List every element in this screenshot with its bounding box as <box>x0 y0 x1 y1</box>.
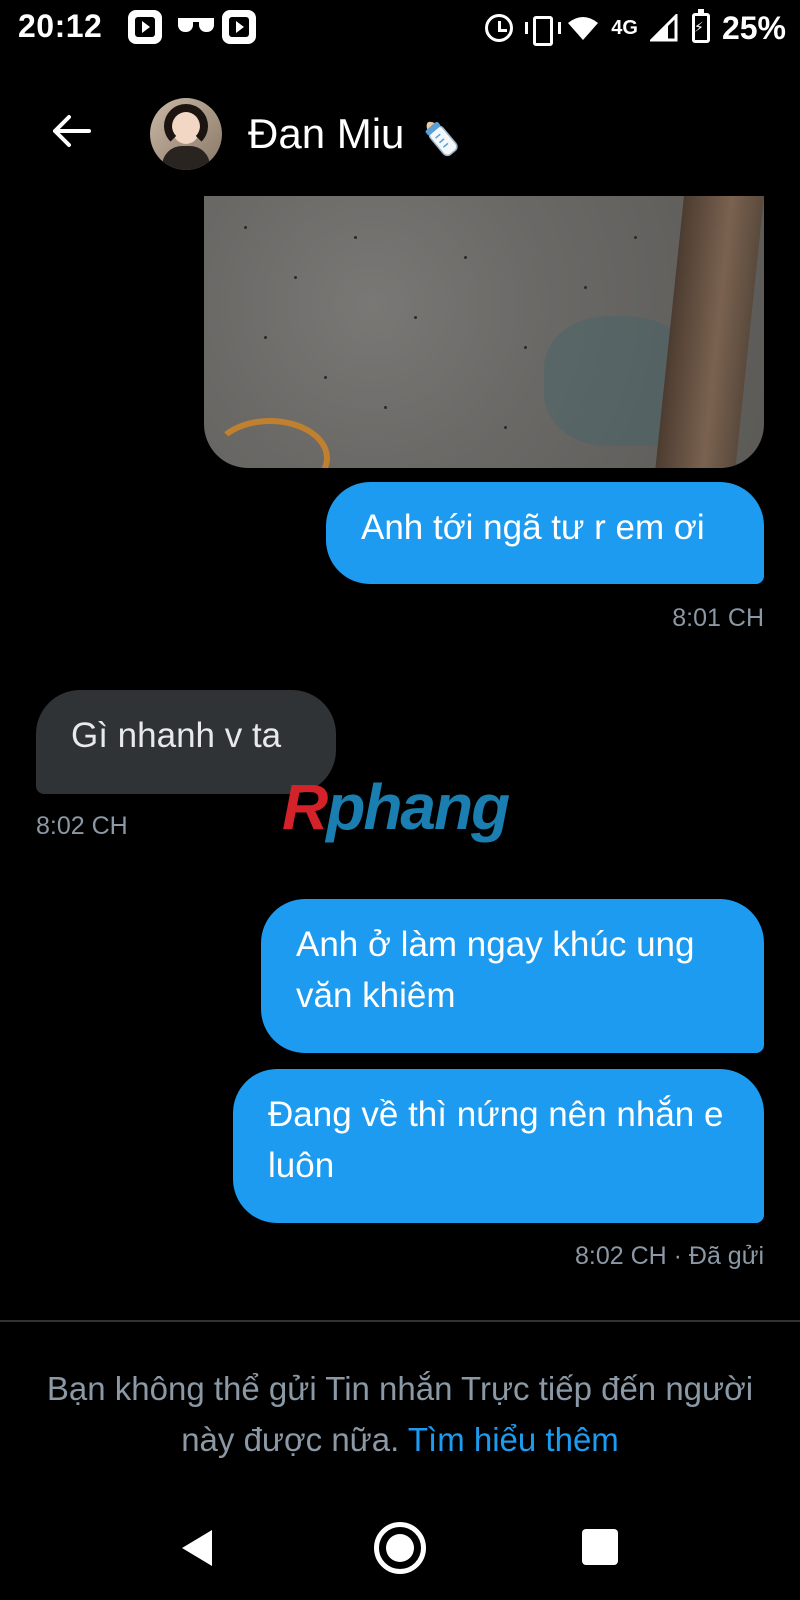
vibrate-icon <box>525 14 562 46</box>
dm-disabled-notice: Bạn không thể gửi Tin nhắn Trực tiếp đến… <box>40 1363 760 1465</box>
status-bar: 20:12 4G 25% <box>0 0 800 56</box>
avatar[interactable] <box>150 98 222 170</box>
baby-bottle-icon <box>426 121 459 157</box>
system-navigation-bar <box>0 1500 800 1600</box>
message-text: Anh ở làm ngay khúc ung văn khiêm <box>296 925 695 1015</box>
watermark-logo: Rphang <box>282 770 510 844</box>
message-text: Anh tới ngã tư r em ơi <box>361 508 705 547</box>
message-timestamp: 8:01 CH <box>672 604 764 632</box>
play-app-icon <box>222 10 256 44</box>
notice-text: Bạn không thể gửi Tin nhắn Trực tiếp đến… <box>46 1370 754 1458</box>
message-timestamp: 8:02 CH <box>36 812 128 840</box>
watermark-first-letter: R <box>282 771 328 843</box>
glasses-icon <box>178 18 214 34</box>
back-button[interactable] <box>46 106 96 156</box>
message-timestamp-sent: 8:02 CH · Đã gửi <box>574 1242 764 1270</box>
battery-percent: 25% <box>721 9 786 46</box>
image-message[interactable] <box>204 196 764 468</box>
contact-name-text: Đan Miu <box>248 110 405 157</box>
signal-icon <box>648 12 680 42</box>
network-type: 4G <box>611 16 638 39</box>
play-app-icon <box>128 10 162 44</box>
message-text: Đang về thì nứng nên nhắn e luôn <box>268 1095 724 1185</box>
conversation-header: Đan Miu <box>0 80 800 190</box>
learn-more-link[interactable]: Tìm hiểu thêm <box>408 1421 619 1458</box>
nav-recents-icon[interactable] <box>582 1529 618 1565</box>
alarm-icon <box>485 14 514 42</box>
message-bubble-outgoing[interactable]: Anh ở làm ngay khúc ung văn khiêm <box>261 899 764 1053</box>
message-bubble-outgoing[interactable]: Anh tới ngã tư r em ơi <box>326 482 764 584</box>
nav-back-icon[interactable] <box>176 1526 220 1570</box>
wifi-icon <box>567 15 599 41</box>
arrow-left-icon <box>53 115 91 147</box>
nav-home-icon[interactable] <box>374 1522 426 1574</box>
contact-name[interactable]: Đan Miu <box>248 110 464 161</box>
divider <box>0 1320 800 1322</box>
watermark-rest: phang <box>326 771 510 843</box>
message-bubble-outgoing[interactable]: Đang về thì nứng nên nhắn e luôn <box>233 1069 764 1223</box>
message-text: Gì nhanh v ta <box>71 716 282 755</box>
status-time: 20:12 <box>18 8 103 44</box>
battery-icon <box>691 9 710 43</box>
